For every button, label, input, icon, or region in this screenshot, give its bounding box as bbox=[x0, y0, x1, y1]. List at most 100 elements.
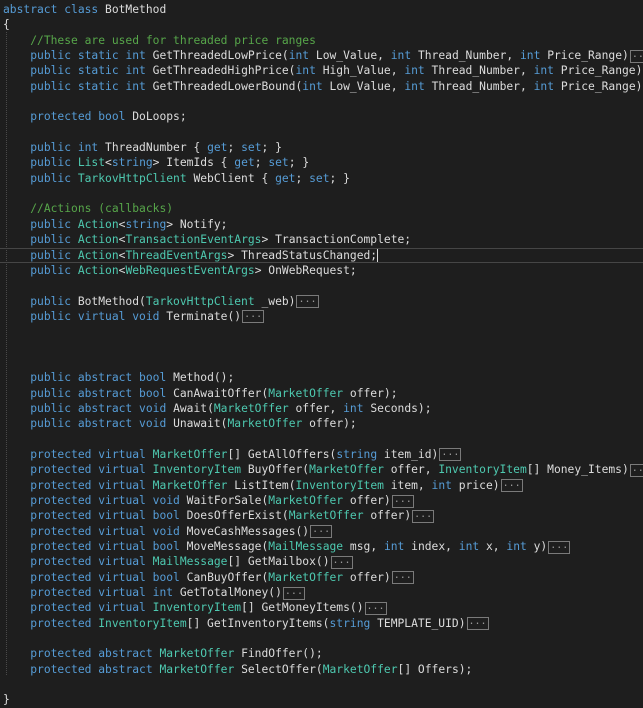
code-keyword: public bbox=[30, 294, 78, 308]
code-line[interactable]: public Action<ThreadEventArgs> ThreadSta… bbox=[0, 248, 643, 263]
collapsed-region-button[interactable]: ... bbox=[310, 525, 333, 539]
collapsed-region-button[interactable]: ... bbox=[412, 509, 435, 523]
code-keyword: virtual bbox=[77, 309, 133, 323]
collapsed-region-button[interactable]: ... bbox=[391, 494, 414, 508]
code-line[interactable]: protected virtual InventoryItem[] GetMon… bbox=[0, 600, 643, 615]
code-keyword: public bbox=[30, 401, 78, 415]
code-line[interactable]: protected InventoryItem[] GetInventoryIt… bbox=[0, 616, 643, 631]
code-line[interactable]: public virtual void Terminate()... bbox=[0, 309, 643, 324]
code-line[interactable]: protected bool DoLoops; bbox=[0, 109, 643, 124]
code-line[interactable]: public List<string> ItemIds { get; set; … bbox=[0, 155, 643, 170]
code-line[interactable]: public Action<string> Notify; bbox=[0, 217, 643, 232]
code-line[interactable]: public Action<TransactionEventArgs> Tran… bbox=[0, 232, 643, 247]
code-line[interactable]: //Actions (callbacks) bbox=[0, 201, 643, 216]
code-keyword: public bbox=[30, 49, 78, 63]
code-line[interactable]: public static int GetThreadedLowerBound(… bbox=[0, 79, 643, 94]
code-type: MarketOffer bbox=[213, 401, 296, 415]
code-line[interactable] bbox=[0, 631, 643, 646]
collapsed-region-button[interactable]: ... bbox=[500, 479, 523, 493]
code-line[interactable]: public static int GetThreadedHighPrice(i… bbox=[0, 63, 643, 78]
code-line[interactable]: protected virtual bool MoveMessage(MailM… bbox=[0, 539, 643, 554]
code-line[interactable]: public abstract void Await(MarketOffer o… bbox=[0, 401, 643, 416]
code-line[interactable]: protected abstract MarketOffer FindOffer… bbox=[0, 646, 643, 661]
code-line[interactable] bbox=[0, 278, 643, 293]
code-line[interactable]: public static int GetThreadedLowPrice(in… bbox=[0, 48, 643, 63]
collapsed-region-button[interactable]: ... bbox=[629, 463, 643, 477]
collapsed-region-button[interactable]: ... bbox=[364, 601, 387, 615]
code-line[interactable] bbox=[0, 432, 643, 447]
code-token: Unawait( bbox=[173, 417, 228, 431]
collapsed-region-button[interactable]: ... bbox=[548, 540, 571, 554]
code-line[interactable]: public abstract bool Method(); bbox=[0, 370, 643, 385]
code-type: InventoryItem bbox=[438, 463, 527, 477]
code-keyword: abstract bbox=[98, 662, 160, 676]
code-type: MarketOffer bbox=[159, 647, 242, 661]
code-line[interactable]: protected virtual bool DoesOfferExist(Ma… bbox=[0, 508, 643, 523]
code-line[interactable]: protected virtual InventoryItem BuyOffer… bbox=[0, 462, 643, 477]
code-line[interactable] bbox=[0, 125, 643, 140]
code-keyword: protected bbox=[30, 647, 99, 661]
code-line[interactable]: protected virtual bool CanBuyOffer(Marke… bbox=[0, 570, 643, 585]
code-line[interactable]: protected virtual MarketOffer ListItem(I… bbox=[0, 478, 643, 493]
collapsed-region-button[interactable]: ... bbox=[391, 571, 414, 585]
collapsed-region-button[interactable]: ... bbox=[296, 295, 319, 309]
code-keyword: public bbox=[30, 64, 78, 78]
collapsed-region-button[interactable]: ... bbox=[629, 49, 643, 63]
collapsed-region-button[interactable]: ... bbox=[330, 555, 353, 569]
code-token: offer); bbox=[309, 417, 357, 431]
code-line[interactable]: protected virtual void WaitForSale(Marke… bbox=[0, 493, 643, 508]
code-token: High_Value, bbox=[322, 64, 405, 78]
code-line[interactable] bbox=[0, 340, 643, 355]
code-line[interactable]: public BotMethod(TarkovHttpClient _web).… bbox=[0, 294, 643, 309]
code-line[interactable] bbox=[0, 186, 643, 201]
code-keyword: virtual bbox=[98, 463, 153, 477]
code-line[interactable]: protected virtual void MoveCashMessages(… bbox=[0, 524, 643, 539]
code-keyword: int bbox=[458, 540, 486, 554]
code-editor[interactable]: abstract class BotMethod{ //These are us… bbox=[0, 0, 643, 706]
code-line[interactable]: public TarkovHttpClient WebClient { get;… bbox=[0, 171, 643, 186]
code-line[interactable]: abstract class BotMethod bbox=[0, 2, 643, 17]
code-line[interactable] bbox=[0, 324, 643, 339]
collapsed-region-button[interactable]: ... bbox=[466, 617, 489, 631]
code-line[interactable]: public int ThreadNumber { get; set; } bbox=[0, 140, 643, 155]
code-keyword: public bbox=[30, 141, 78, 155]
code-line[interactable]: public abstract bool CanAwaitOffer(Marke… bbox=[0, 386, 643, 401]
code-line[interactable]: protected abstract MarketOffer SelectOff… bbox=[0, 662, 643, 677]
code-keyword: protected bbox=[30, 616, 99, 630]
collapsed-region-button[interactable]: ... bbox=[282, 586, 305, 600]
collapsed-region-button[interactable]: ... bbox=[242, 310, 265, 324]
code-token: ; bbox=[254, 156, 269, 170]
code-line[interactable] bbox=[0, 94, 643, 109]
code-token: [] Money_Items) bbox=[526, 463, 629, 477]
code-token: { bbox=[3, 18, 10, 32]
code-keyword: protected bbox=[30, 110, 99, 124]
code-line[interactable]: public Action<WebRequestEventArgs> OnWeb… bbox=[0, 263, 643, 278]
code-keyword: abstract bbox=[77, 386, 140, 400]
code-keyword: virtual bbox=[98, 524, 153, 538]
collapsed-region-button[interactable]: ... bbox=[439, 448, 462, 462]
code-type: Action bbox=[77, 248, 119, 262]
code-line[interactable]: public abstract void Unawait(MarketOffer… bbox=[0, 416, 643, 431]
code-line[interactable] bbox=[0, 355, 643, 370]
code-line[interactable]: //These are used for threaded price rang… bbox=[0, 33, 643, 48]
code-line[interactable] bbox=[0, 677, 643, 692]
code-line[interactable]: } bbox=[0, 692, 643, 707]
code-line[interactable]: { bbox=[0, 17, 643, 32]
code-token: Thread_Number, bbox=[431, 64, 534, 78]
code-line[interactable]: protected virtual MailMessage[] GetMailb… bbox=[0, 554, 643, 569]
code-type: MarketOffer bbox=[309, 463, 391, 477]
code-line[interactable]: protected virtual int GetTotalMoney()... bbox=[0, 585, 643, 600]
code-token: Low_Value, bbox=[329, 79, 405, 93]
code-token: FindOffer(); bbox=[241, 647, 323, 661]
code-line[interactable]: protected virtual MarketOffer[] GetAllOf… bbox=[0, 447, 643, 462]
code-type: Action bbox=[77, 233, 119, 247]
code-type: MailMessage bbox=[268, 540, 350, 554]
